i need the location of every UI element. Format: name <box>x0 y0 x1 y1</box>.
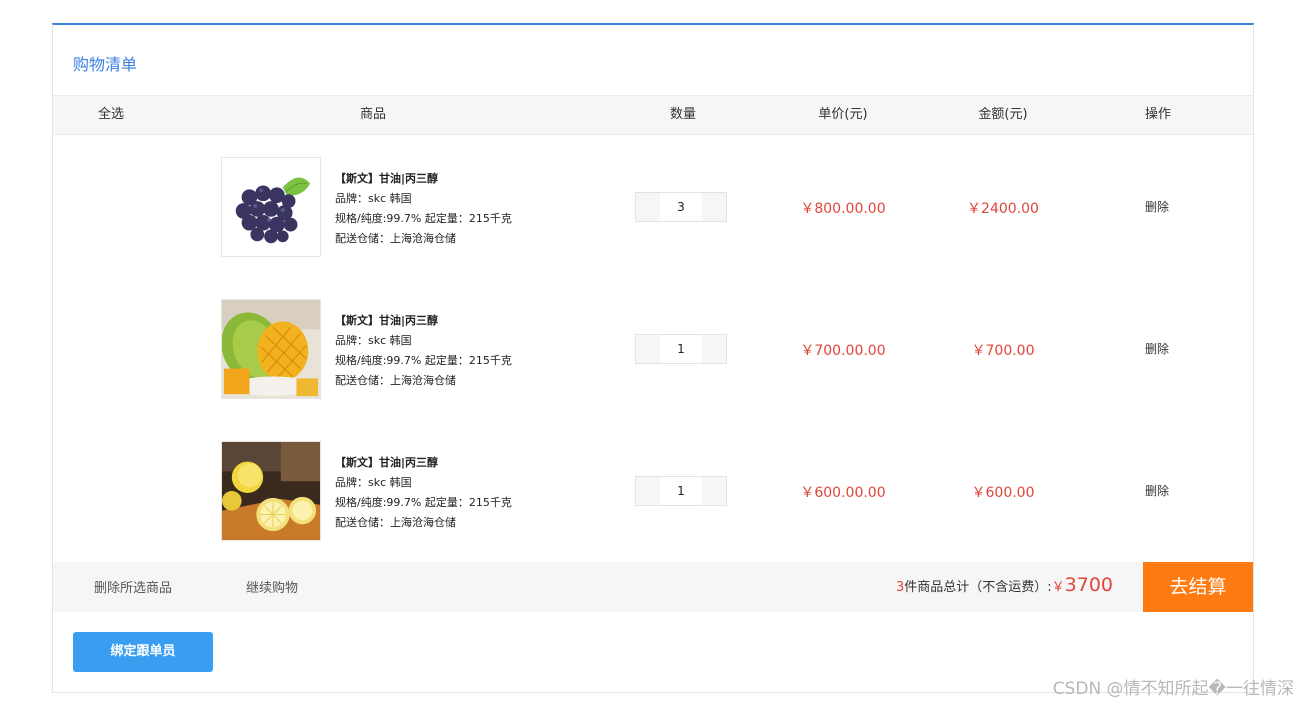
decrease-button[interactable] <box>636 193 660 221</box>
product-name[interactable]: 【斯文】甘油|丙三醇 <box>335 453 512 473</box>
currency-symbol: ￥ <box>1051 580 1065 595</box>
decrease-button[interactable] <box>636 335 660 363</box>
amount: ￥700.00 <box>971 343 1035 359</box>
quantity-input[interactable] <box>660 335 702 363</box>
continue-shopping-link[interactable]: 继续购物 <box>246 577 298 596</box>
header-action: 操作 <box>1144 107 1172 122</box>
delete-button[interactable]: 删除 <box>1145 340 1169 357</box>
increase-button[interactable] <box>702 193 726 221</box>
header-amount: 金额(元) <box>978 107 1028 122</box>
delete-button[interactable]: 删除 <box>1145 482 1169 499</box>
header-select-all[interactable]: 全选 <box>98 96 124 134</box>
product-spec: 规格/纯度:99.7% 起定量：215千克 <box>335 212 512 225</box>
product-brand: 品牌：skc 韩国 <box>335 334 412 347</box>
panel-title: 购物清单 <box>73 55 138 74</box>
product-warehouse: 配送仓储：上海沧海仓储 <box>335 516 456 529</box>
amount: ￥600.00 <box>971 485 1035 501</box>
product-image-grapes[interactable] <box>221 157 321 257</box>
quantity-stepper <box>635 476 727 506</box>
delete-selected-button[interactable]: 删除所选商品 <box>94 577 172 596</box>
quantity-stepper <box>635 192 727 222</box>
increase-button[interactable] <box>702 477 726 505</box>
quantity-input[interactable] <box>660 477 702 505</box>
amount: ￥2400.00 <box>967 201 1039 217</box>
table-row: 【斯文】甘油|丙三醇 品牌：skc 韩国 规格/纯度:99.7% 起定量：215… <box>53 135 1253 277</box>
bind-follower-button[interactable]: 绑定跟单员 <box>73 632 213 672</box>
product-name[interactable]: 【斯文】甘油|丙三醇 <box>335 169 512 189</box>
table-row: 【斯文】甘油|丙三醇 品牌：skc 韩国 规格/纯度:99.7% 起定量：215… <box>53 277 1253 419</box>
table-row: 【斯文】甘油|丙三醇 品牌：skc 韩国 规格/纯度:99.7% 起定量：215… <box>53 419 1253 561</box>
product-image-lemon[interactable] <box>221 441 321 541</box>
header-product: 商品 <box>359 107 387 122</box>
summary-label: 件商品总计（不含运费）: <box>904 580 1052 595</box>
unit-price: ￥600.00.00 <box>800 485 886 501</box>
decrease-button[interactable] <box>636 477 660 505</box>
header-quantity: 数量 <box>669 107 697 122</box>
header-unit-price: 单价(元) <box>818 107 868 122</box>
delete-button[interactable]: 删除 <box>1145 198 1169 215</box>
product-info: 【斯文】甘油|丙三醇 品牌：skc 韩国 规格/纯度:99.7% 起定量：215… <box>335 453 512 533</box>
product-info: 【斯文】甘油|丙三醇 品牌：skc 韩国 规格/纯度:99.7% 起定量：215… <box>335 169 512 249</box>
increase-button[interactable] <box>702 335 726 363</box>
product-warehouse: 配送仓储：上海沧海仓储 <box>335 232 456 245</box>
cart-summary: 3件商品总计（不含运费）:￥3700 <box>896 574 1113 596</box>
product-name[interactable]: 【斯文】甘油|丙三醇 <box>335 311 512 331</box>
unit-price: ￥800.00.00 <box>800 201 886 217</box>
product-spec: 规格/纯度:99.7% 起定量：215千克 <box>335 354 512 367</box>
product-warehouse: 配送仓储：上海沧海仓储 <box>335 374 456 387</box>
unit-price: ￥700.00.00 <box>800 343 886 359</box>
product-image-mango[interactable] <box>221 299 321 399</box>
quantity-input[interactable] <box>660 193 702 221</box>
cart-footer: 删除所选商品 继续购物 3件商品总计（不含运费）:￥3700 去结算 <box>53 562 1253 612</box>
product-spec: 规格/纯度:99.7% 起定量：215千克 <box>335 496 512 509</box>
checkout-button[interactable]: 去结算 <box>1143 562 1253 612</box>
product-brand: 品牌：skc 韩国 <box>335 476 412 489</box>
total-amount: 3700 <box>1064 574 1113 596</box>
watermark: CSDN @情不知所起�一往情深 <box>1052 679 1294 699</box>
table-header: 全选 商品 数量 单价(元) 金额(元) 操作 <box>53 95 1253 135</box>
item-count: 3 <box>895 580 905 595</box>
product-brand: 品牌：skc 韩国 <box>335 192 412 205</box>
shopping-list-panel: 购物清单 全选 商品 数量 单价(元) 金额(元) 操作 【斯文】甘油|丙三醇 … <box>52 23 1254 693</box>
quantity-stepper <box>635 334 727 364</box>
product-info: 【斯文】甘油|丙三醇 品牌：skc 韩国 规格/纯度:99.7% 起定量：215… <box>335 311 512 391</box>
